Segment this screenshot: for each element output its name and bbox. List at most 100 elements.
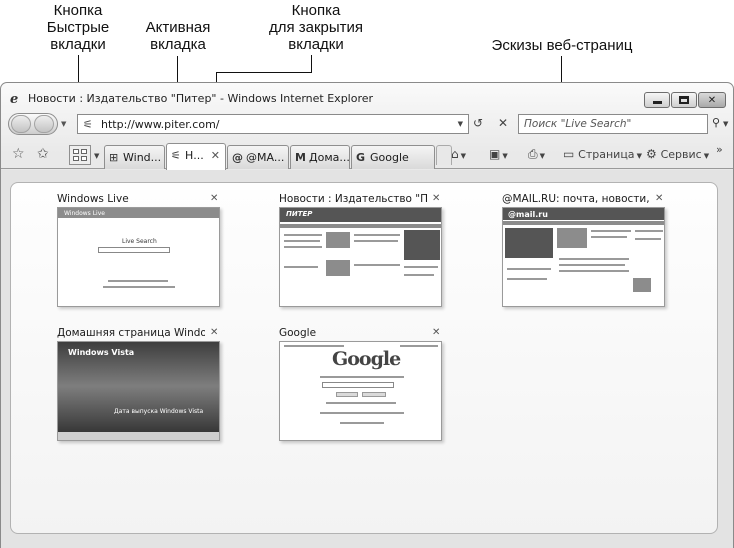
thumbnail-brand: @mail.ru — [508, 210, 548, 219]
tab-msn-home[interactable]: M Дома... — [290, 145, 350, 169]
search-dropdown-icon[interactable]: ▼ — [723, 120, 728, 128]
feeds-button[interactable]: ▣ ▼ — [489, 147, 508, 161]
search-box[interactable]: Поиск "Live Search" — [518, 114, 708, 134]
title-bar: e Новости : Издательство "Питер" - Windo… — [1, 83, 733, 111]
quick-tabs-button[interactable] — [69, 145, 91, 165]
page-menu-label: Страница — [578, 148, 635, 161]
navigation-bar: ▼ ⚟ http://www.piter.com/ ▼ ↺ ✕ Поиск "L… — [1, 111, 733, 139]
home-icon: ⌂ — [451, 147, 459, 161]
thumbnail-preview[interactable]: Google — [279, 341, 442, 441]
quick-tabs-panel: Windows Live ✕ Windows Live Live Search … — [10, 182, 718, 534]
at-icon: @ — [232, 151, 243, 164]
tab-label: Дома... — [309, 151, 350, 164]
thumbnail-title: Windows Live — [57, 193, 129, 205]
print-button[interactable]: ⎙ ▼ — [528, 147, 545, 162]
dropdown-icon: ▼ — [703, 152, 710, 160]
callout-line: Кнопка — [291, 2, 341, 19]
callout-line: для закрытия — [268, 19, 364, 36]
thumbnail-title: Google — [279, 327, 317, 339]
thumbnail-close-icon[interactable]: ✕ — [655, 193, 663, 204]
thumbnail-close-icon[interactable]: ✕ — [210, 193, 218, 204]
quick-tabs-icon — [73, 156, 79, 161]
thumbnail-preview[interactable]: Windows Vista Дата выпуска Windows Vista — [57, 341, 220, 441]
thumbnail-preview[interactable]: @mail.ru — [502, 207, 665, 307]
callout-line: вкладки — [288, 36, 344, 53]
tab-list-dropdown-icon[interactable]: ▼ — [94, 152, 99, 160]
page-icon: ⚟ — [83, 118, 93, 131]
callout-line: вкладки — [50, 36, 106, 53]
page-menu[interactable]: ▭ Страница ▼ — [563, 147, 642, 161]
search-input[interactable]: Поиск "Live Search" — [524, 118, 631, 130]
window-title: Новости : Издательство "Питер" - Windows… — [28, 92, 374, 105]
window-controls: ✕ — [643, 92, 726, 108]
tab-google[interactable]: G Google — [351, 145, 435, 169]
refresh-button[interactable]: ↺ — [473, 116, 483, 130]
quick-tabs-icon — [73, 149, 79, 154]
tab-windows-live[interactable]: ⊞ Wind... — [104, 145, 165, 169]
new-tab-button[interactable] — [436, 145, 452, 165]
callout-line: Эскизы веб-страниц — [491, 37, 633, 54]
search-icon[interactable]: ⚲ — [712, 116, 720, 129]
recent-pages-dropdown-icon[interactable]: ▼ — [61, 120, 66, 128]
thumbnail-brand: Windows Vista — [68, 348, 135, 357]
stop-button[interactable]: ✕ — [495, 116, 511, 132]
tools-menu[interactable]: ⚙ Сервис ▼ — [646, 147, 709, 161]
callout-line: Быстрые — [46, 19, 110, 36]
address-dropdown-icon[interactable]: ▼ — [458, 120, 463, 128]
dropdown-icon: ▼ — [502, 152, 508, 160]
minimize-icon — [652, 100, 662, 104]
rss-icon: ▣ — [489, 147, 501, 161]
thumbnail-caption: Дата выпуска Windows Vista — [114, 408, 204, 415]
tab-mail-ru[interactable]: @ @MA... — [227, 145, 289, 169]
address-bar[interactable]: ⚟ http://www.piter.com/ ▼ — [77, 114, 469, 134]
forward-button[interactable] — [34, 115, 54, 133]
tab-label: Н... — [185, 149, 204, 162]
thumbnail-preview[interactable]: ПИТЕР — [279, 207, 442, 307]
callout-quick-tabs: Кнопка Быстрые вкладки — [40, 2, 116, 53]
close-window-button[interactable]: ✕ — [698, 92, 726, 108]
thumbnail-preview[interactable]: Windows Live Live Search — [57, 207, 220, 307]
thumbnail-close-icon[interactable]: ✕ — [210, 327, 218, 338]
close-tab-button[interactable]: ✕ — [211, 149, 220, 162]
callout-line: Активная — [145, 19, 211, 36]
thumbnail-title: @MAIL.RU: почта, новости, ... — [502, 193, 650, 205]
dropdown-icon: ▼ — [539, 152, 545, 160]
tab-label: Google — [370, 151, 409, 164]
tab-piter-active[interactable]: ⚟ Н... ✕ — [166, 143, 226, 170]
msn-icon: M — [295, 151, 306, 164]
tab-label: Wind... — [123, 151, 162, 164]
home-button[interactable]: ⌂ ▼ — [451, 147, 466, 161]
thumbnail-close-icon[interactable]: ✕ — [432, 193, 440, 204]
thumbnail-title: Новости : Издательство "Пи... — [279, 193, 427, 205]
ie-window: e Новости : Издательство "Питер" - Windo… — [0, 82, 734, 548]
leader-close-tab-h — [216, 72, 312, 73]
back-button[interactable] — [11, 115, 31, 133]
callout-active-tab: Активная вкладка — [138, 19, 218, 53]
dropdown-icon: ▼ — [460, 152, 467, 160]
thumbnail-brand: ПИТЕР — [286, 210, 313, 218]
maximize-button[interactable] — [671, 92, 697, 108]
close-icon: ✕ — [707, 94, 717, 106]
thumbnail-brand: Google — [332, 348, 401, 370]
tab-row: ☆ ✩ ▼ ⊞ Wind... ⚟ Н... ✕ @ @MA... M Дома... … — [1, 141, 733, 170]
thumbnail-title: Домашняя страница Windo... — [57, 327, 205, 339]
quick-tabs-icon — [81, 156, 87, 161]
favorites-star-icon[interactable]: ☆ — [12, 146, 25, 162]
add-favorites-icon[interactable]: ✩ — [37, 146, 49, 162]
ie-logo-icon: e — [10, 92, 19, 107]
thumbnail-close-icon[interactable]: ✕ — [432, 327, 440, 338]
dropdown-icon: ▼ — [636, 152, 642, 160]
thumbnail-brand: Windows Live — [64, 210, 105, 217]
callout-line: Кнопка — [53, 2, 103, 19]
address-input[interactable]: http://www.piter.com/ — [101, 118, 220, 131]
gear-icon: ⚙ — [646, 147, 657, 161]
thumbnail-search-label: Live Search — [122, 238, 157, 245]
callout-close-tab: Кнопка для закрытия вкладки — [262, 2, 370, 53]
piter-icon: ⚟ — [171, 149, 181, 162]
print-icon: ⎙ — [528, 147, 538, 161]
tools-menu-label: Сервис — [660, 148, 702, 161]
chevron-right-icon[interactable]: » — [716, 143, 723, 156]
callout-thumbnails: Эскизы веб-страниц — [478, 37, 646, 54]
back-forward-buttons — [8, 113, 58, 135]
minimize-button[interactable] — [644, 92, 670, 108]
